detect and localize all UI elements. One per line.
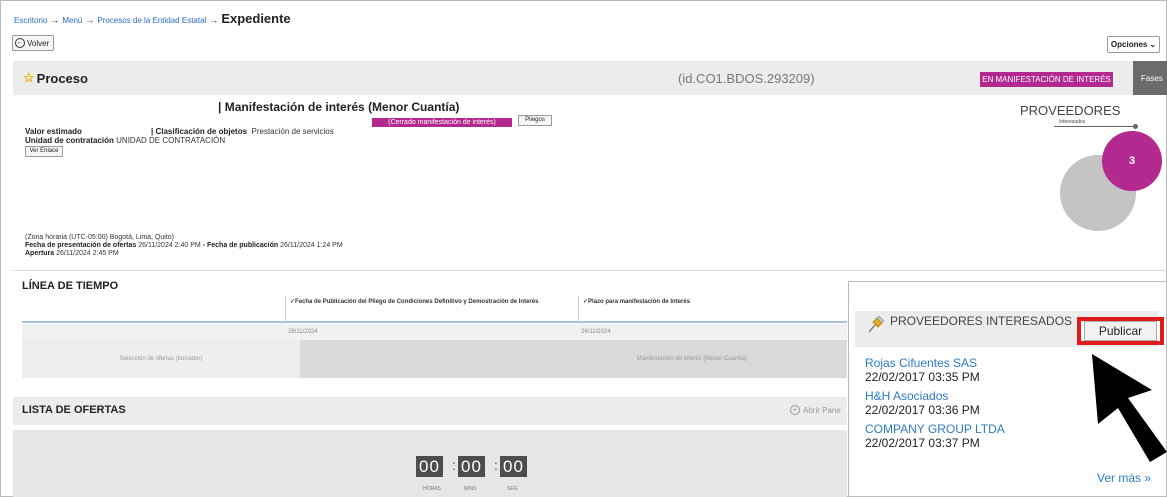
timezone-text: (Zona horaria (UTC-05:00) Bogotá, Lima, …	[25, 234, 175, 241]
star-icon[interactable]: ☆	[23, 70, 35, 86]
interested-providers-title: PROVEEDORES INTERESADOS	[890, 314, 1073, 328]
countdown-hours-label: HORAS	[423, 486, 441, 492]
provider-link[interactable]: Rojas Cifuentes SAS	[865, 356, 977, 370]
dates-block: (Zona horaria (UTC-05:00) Bogotá, Lima, …	[25, 234, 343, 258]
back-button[interactable]: ← Volver	[12, 35, 55, 51]
timeline-column-header: ✓Plazo para manifestación de Interés	[578, 296, 847, 321]
ver-enlace-button[interactable]: Ver Enlace	[25, 146, 63, 157]
providers-chart-subtitle: Interesados	[1059, 119, 1086, 125]
countdown-secs-label: SEG	[507, 486, 518, 492]
publicacion-label: Fecha de publicación	[206, 242, 279, 249]
provider-link[interactable]: H&H Asociados	[865, 389, 948, 403]
unidad-label: Unidad de contratación	[25, 136, 114, 145]
unidad-value: UNIDAD DE CONTRATACIÓN	[116, 136, 226, 145]
publish-button[interactable]: Publicar	[1084, 321, 1157, 341]
apertura-label: Apertura	[25, 250, 55, 257]
countdown-secs: 00	[500, 456, 527, 477]
breadcrumb-procesos[interactable]: Procesos de la Entidad Estatal	[97, 16, 206, 25]
options-label: Opciones	[1110, 40, 1148, 49]
breadcrumb-menu[interactable]: Menú	[62, 16, 82, 25]
chevron-down-icon: ⌄	[1149, 40, 1157, 49]
pliegos-button[interactable]: Pliegos	[518, 115, 552, 126]
back-arrow-icon: ←	[15, 38, 25, 48]
countdown-mins: 00	[458, 456, 485, 477]
open-panel-button[interactable]: + Abrir Pane	[790, 405, 841, 415]
phases-button[interactable]: Fases ▸	[1133, 61, 1167, 95]
timeline-title: LÍNEA DE TIEMPO	[22, 280, 119, 292]
valor-estimado-label: Valor estimado	[25, 127, 82, 136]
offers-title: LISTA DE OFERTAS	[22, 404, 126, 416]
breadcrumb: Escritorio → Menú → Procesos de la Entidad E…	[14, 11, 291, 26]
see-more-link[interactable]: Ver más »	[1097, 471, 1151, 485]
providers-chart-dot	[1133, 124, 1138, 129]
apertura-line: Apertura 26/11/2024 2:45 PM	[25, 250, 343, 258]
countdown-separator: :	[452, 457, 456, 473]
provider-date: 22/02/2017 03:36 PM	[865, 403, 980, 417]
breadcrumb-separator: →	[50, 15, 60, 25]
pushpin-icon	[868, 315, 885, 333]
timeline-date: 26/11/2024	[581, 329, 611, 335]
plus-circle-icon: +	[790, 405, 800, 415]
open-panel-label: Abrir Pane	[803, 405, 841, 415]
phases-label: Fases	[1141, 73, 1163, 83]
publicacion-value: 26/11/2024 1:24 PM	[280, 242, 343, 249]
timeline-column-header: ✓Fecha de Publicación del Pliego de Cond…	[285, 296, 578, 321]
process-title: ☆ Proceso	[23, 70, 88, 86]
timeline-axis	[22, 321, 847, 323]
providers-chart-line	[1054, 126, 1136, 127]
provider-date: 22/02/2017 03:37 PM	[865, 436, 980, 450]
divider	[13, 270, 1167, 271]
dates-line: Fecha de presentación de ofertas 26/11/2…	[25, 242, 343, 250]
timeline-phase: Manifestación de interés (Menor Cuantía)	[300, 340, 847, 378]
presentacion-value: 26/11/2024 2:40 PM	[138, 242, 201, 249]
clasificacion: | Clasificación de objetos Prestación de…	[151, 127, 334, 136]
breadcrumb-separator: →	[85, 15, 95, 25]
countdown-separator: :	[494, 457, 498, 473]
providers-chart-title: PROVEEDORES	[1020, 103, 1121, 118]
presentacion-label: Fecha de presentación de ofertas	[25, 242, 137, 249]
countdown-mins-label: MINS	[464, 486, 477, 492]
process-id: (id.CO1.BDOS.293209)	[678, 71, 815, 86]
clasificacion-value: Prestación de servicios	[251, 127, 334, 136]
options-dropdown[interactable]: Opciones ⌄	[1107, 36, 1160, 53]
providers-bubble-count[interactable]: 3	[1102, 131, 1162, 191]
process-title-label: Proceso	[36, 70, 88, 86]
timeline-date: 26/11/2024	[288, 329, 318, 335]
closed-status-tag: (Cerrado manifestación de interés)	[372, 118, 512, 127]
timeline-phase: Selección de ofertas (borrador)	[22, 340, 300, 378]
provider-link[interactable]: COMPANY GROUP LTDA	[865, 422, 1005, 436]
pointer-arrow-icon	[1092, 354, 1167, 462]
page-title: Expediente	[221, 11, 291, 26]
process-name: | Manifestación de interés (Menor Cuantí…	[218, 100, 460, 114]
clasificacion-label: | Clasificación de objetos	[151, 127, 248, 136]
unidad-contratacion: Unidad de contratación UNIDAD DE CONTRAT…	[25, 136, 225, 145]
status-badge: EN MANIFESTACIÓN DE INTERÉS	[980, 72, 1113, 87]
countdown-hours: 00	[416, 456, 443, 477]
timeline-date-row	[22, 324, 847, 340]
breadcrumb-separator: →	[209, 15, 219, 25]
process-header-bar: ☆ Proceso (id.CO1.BDOS.293209) EN MANIFE…	[13, 61, 1167, 95]
breadcrumb-escritorio[interactable]: Escritorio	[14, 16, 47, 25]
offers-header-bar	[13, 397, 847, 425]
back-button-label: Volver	[27, 38, 50, 48]
apertura-value: 26/11/2024 2:45 PM	[56, 250, 119, 257]
provider-date: 22/02/2017 03:35 PM	[865, 370, 980, 384]
